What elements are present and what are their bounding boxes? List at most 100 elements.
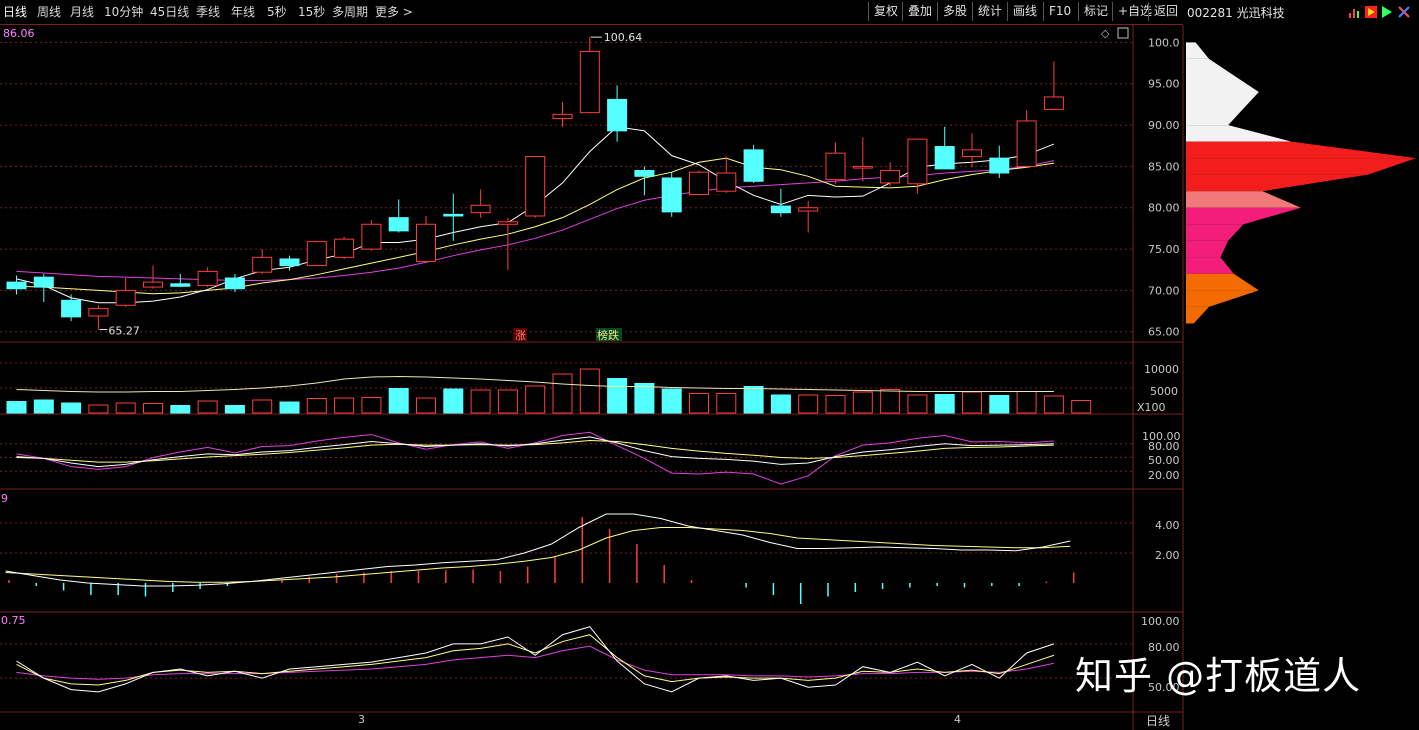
volume-bar xyxy=(1043,395,1064,414)
macd-dea-line xyxy=(5,527,1071,583)
period-tab-10min[interactable]: 10分钟 xyxy=(104,3,143,20)
volume-bar xyxy=(334,397,355,414)
macd-axis: 4.00 2.00 xyxy=(1155,519,1180,562)
volume-bar xyxy=(934,394,955,414)
volume-bar xyxy=(962,391,982,414)
back-button[interactable]: 返回 xyxy=(1148,2,1183,21)
volume-bar xyxy=(470,389,491,414)
candle-body xyxy=(170,283,191,287)
candle-body xyxy=(115,289,136,306)
volume-bar xyxy=(306,398,327,414)
period-tab-more[interactable]: 更多 > xyxy=(375,3,413,20)
candle-body xyxy=(1016,120,1037,167)
expand-icon[interactable] xyxy=(1117,27,1129,39)
mark-button[interactable]: 标记 xyxy=(1078,2,1113,21)
chip-band xyxy=(1186,207,1301,225)
period-tab-45day[interactable]: 45日线 xyxy=(150,3,189,20)
volume-bar xyxy=(88,404,109,414)
multi-stock-button[interactable]: 多股 xyxy=(937,2,972,21)
period-tab-year[interactable]: 年线 xyxy=(231,3,255,20)
draw-line-button[interactable]: 画线 xyxy=(1007,2,1042,21)
price-grid xyxy=(0,41,1133,333)
period-tab-quarter[interactable]: 季线 xyxy=(196,3,220,20)
volume-bar xyxy=(880,389,901,414)
volume-bar xyxy=(197,400,218,414)
flag-icon[interactable] xyxy=(1364,5,1378,19)
statistics-button[interactable]: 统计 xyxy=(972,2,1007,21)
diamond-icon[interactable]: ◇ xyxy=(1101,27,1110,40)
volume-bar xyxy=(115,402,136,414)
tools-icon[interactable] xyxy=(1397,5,1411,19)
volume-bar xyxy=(825,395,846,414)
candle-body xyxy=(497,221,518,225)
arrow-icon[interactable] xyxy=(1380,5,1394,19)
candle-body xyxy=(443,213,464,217)
chip-band xyxy=(1186,141,1416,159)
watermark: 知乎 @打板道人 xyxy=(1075,654,1362,698)
volume-bar xyxy=(525,385,546,414)
candle-body xyxy=(416,223,436,262)
stock-title: 002281 光迅科技 xyxy=(1187,6,1285,20)
wr-line-3 xyxy=(16,645,1055,680)
kdj-tick: 80.00 xyxy=(1148,440,1180,453)
macd-corner-value: 9 xyxy=(1,492,8,505)
volume-bar xyxy=(798,394,819,414)
period-tab-week[interactable]: 周线 xyxy=(37,3,61,20)
limit-up-marker[interactable]: 涨 xyxy=(515,329,526,342)
price-tick: 95.00 xyxy=(1148,78,1180,91)
candle-body xyxy=(907,138,928,185)
chip-band xyxy=(1186,290,1259,307)
chip-band xyxy=(1186,108,1244,126)
month-label: 4 xyxy=(954,713,961,726)
kline-chart: 100.0 95.00 90.00 85.00 80.00 75.00 70.0… xyxy=(0,25,1416,730)
candle-body xyxy=(525,155,546,217)
price-tick: 80.00 xyxy=(1148,202,1180,215)
period-indicator[interactable]: 日线 xyxy=(1146,712,1170,729)
candle-body xyxy=(33,276,54,288)
candle-body xyxy=(470,204,491,214)
restore-rights-button[interactable]: 复权 xyxy=(868,2,903,21)
period-tab-5sec[interactable]: 5秒 xyxy=(267,3,287,20)
chip-distribution xyxy=(1186,42,1416,324)
volume-bar xyxy=(6,401,27,414)
macd-tick: 2.00 xyxy=(1155,549,1180,562)
candle-body xyxy=(197,270,218,286)
period-tab-month[interactable]: 月线 xyxy=(70,3,94,20)
volume-bar xyxy=(689,393,709,414)
f10-button[interactable]: F10 xyxy=(1043,2,1076,21)
volume-bar xyxy=(443,388,464,414)
candle-body xyxy=(306,241,327,267)
volume-bar xyxy=(579,368,600,414)
volume-bar xyxy=(661,388,682,414)
candle-body xyxy=(770,205,791,214)
chip-band xyxy=(1186,42,1209,59)
volume-bar xyxy=(170,405,191,414)
wr-indicator xyxy=(0,626,1133,693)
price-tick: 75.00 xyxy=(1148,243,1180,256)
chip-band xyxy=(1186,257,1234,274)
volume-bar xyxy=(361,397,382,414)
wr-tick: 100.00 xyxy=(1141,615,1180,628)
period-tab-day[interactable]: 日线 xyxy=(3,3,27,20)
period-tab-15sec[interactable]: 15秒 xyxy=(298,3,325,20)
min-price-label: 65.27 xyxy=(108,325,139,338)
candle-body xyxy=(743,149,764,182)
candle-body xyxy=(552,113,573,119)
volume-bar xyxy=(33,399,54,414)
kdj-j-line xyxy=(16,431,1054,485)
price-corner-value: 86.06 xyxy=(3,27,35,40)
candlestick-series xyxy=(6,37,1064,330)
list-drop-marker[interactable]: 榜跌 xyxy=(597,328,619,342)
overlay-button[interactable]: 叠加 xyxy=(902,2,937,21)
candle-body xyxy=(279,258,300,267)
volume-bar xyxy=(388,388,409,414)
candle-body xyxy=(880,170,901,184)
candle-body xyxy=(934,146,955,170)
volume-bar xyxy=(770,394,791,414)
chevron-right-icon: > xyxy=(399,5,413,19)
bar-chart-icon[interactable] xyxy=(1348,5,1362,19)
candle-body xyxy=(716,172,737,192)
volume-bar xyxy=(416,397,436,414)
volume-tick: 10000 xyxy=(1144,363,1179,376)
period-tab-multi[interactable]: 多周期 xyxy=(332,3,368,20)
